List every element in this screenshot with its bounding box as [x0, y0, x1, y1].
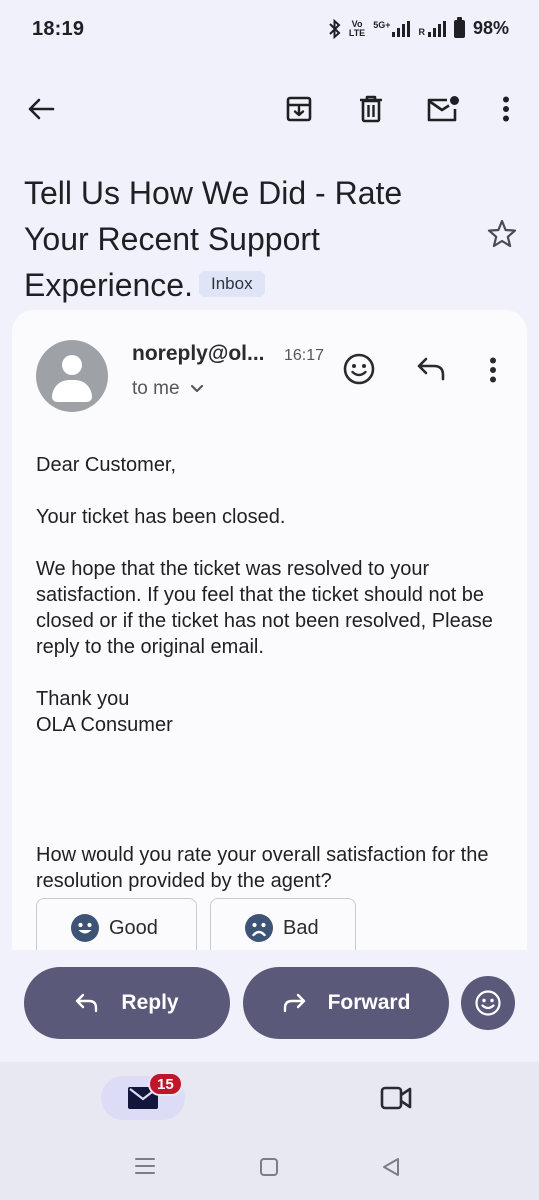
emoji-react-button[interactable]: [461, 976, 515, 1030]
archive-icon: [286, 96, 312, 122]
react-emoji-button[interactable]: [342, 352, 376, 391]
forward-icon: [283, 993, 305, 1013]
chevron-down-icon: [190, 384, 203, 393]
unread-count-badge: 15: [148, 1072, 183, 1096]
more-vertical-icon: [503, 96, 509, 122]
back-button[interactable]: [21, 89, 61, 129]
reply-icon: [417, 357, 445, 381]
message-time: 16:17: [284, 347, 325, 364]
signoff: Thank you OLA Consumer: [36, 688, 173, 736]
system-back-button[interactable]: [381, 1156, 401, 1183]
body-line-1: Your ticket has been closed.: [36, 506, 286, 528]
more-options-button[interactable]: [486, 89, 526, 129]
video-camera-icon: [380, 1086, 412, 1110]
reply-quick-button[interactable]: [416, 356, 446, 387]
email-subject: Tell Us How We Did - Rate Your Recent Su…: [24, 175, 403, 303]
battery-icon: [453, 16, 465, 38]
battery-percent: 98%: [472, 18, 509, 38]
star-button[interactable]: [486, 218, 518, 255]
delete-button[interactable]: [351, 89, 391, 129]
greeting: Dear Customer,: [36, 454, 177, 476]
star-icon: [487, 219, 517, 248]
status-time: 18:19: [32, 18, 85, 40]
message-card: noreply@ol... 16:17 to me Dear Customer,…: [12, 310, 527, 950]
message-body: Dear Customer, Your ticket has been clos…: [36, 452, 506, 920]
status-icons: Vo LTE 5G+ R 98%: [329, 16, 509, 39]
inbox-label-chip[interactable]: Inbox: [198, 270, 265, 297]
smiley-icon: [475, 990, 501, 1016]
arrow-left-icon: [28, 98, 55, 120]
recipient-toggle[interactable]: to me: [132, 378, 204, 400]
volte-indicator: Vo LTE: [348, 18, 366, 38]
square-icon: [260, 1158, 278, 1176]
more-vertical-icon: [490, 357, 496, 383]
rating-question: How would you rate your overall satisfac…: [36, 844, 489, 892]
archive-button[interactable]: [279, 89, 319, 129]
forward-button[interactable]: Forward: [243, 967, 449, 1039]
mark-unread-button[interactable]: [423, 89, 463, 129]
rate-bad-button[interactable]: Bad: [210, 898, 356, 950]
message-more-button[interactable]: [489, 357, 497, 388]
smiley-icon: [343, 353, 375, 385]
bluetooth-icon: [329, 18, 341, 39]
rate-good-button[interactable]: Good: [36, 898, 197, 950]
recipient-label: to me: [132, 378, 180, 399]
sender-avatar[interactable]: [36, 340, 108, 412]
triangle-back-icon: [383, 1158, 399, 1176]
nav-meet-tab[interactable]: [380, 1086, 412, 1115]
menu-lines-icon: [135, 1158, 155, 1174]
sender-name[interactable]: noreply@ol...: [132, 342, 265, 366]
body-line-2: We hope that the ticket was resolved to …: [36, 558, 493, 658]
reply-icon: [76, 993, 98, 1013]
signal-roaming: R: [418, 20, 446, 37]
reply-button[interactable]: Reply: [24, 967, 230, 1039]
sad-face-icon: [245, 914, 273, 942]
happy-face-icon: [71, 914, 99, 942]
signal-5g: 5G+: [373, 20, 411, 37]
system-home-button[interactable]: [259, 1157, 279, 1182]
mail-unread-icon: [427, 96, 459, 122]
system-recents-button[interactable]: [134, 1157, 156, 1180]
trash-icon: [360, 95, 382, 123]
